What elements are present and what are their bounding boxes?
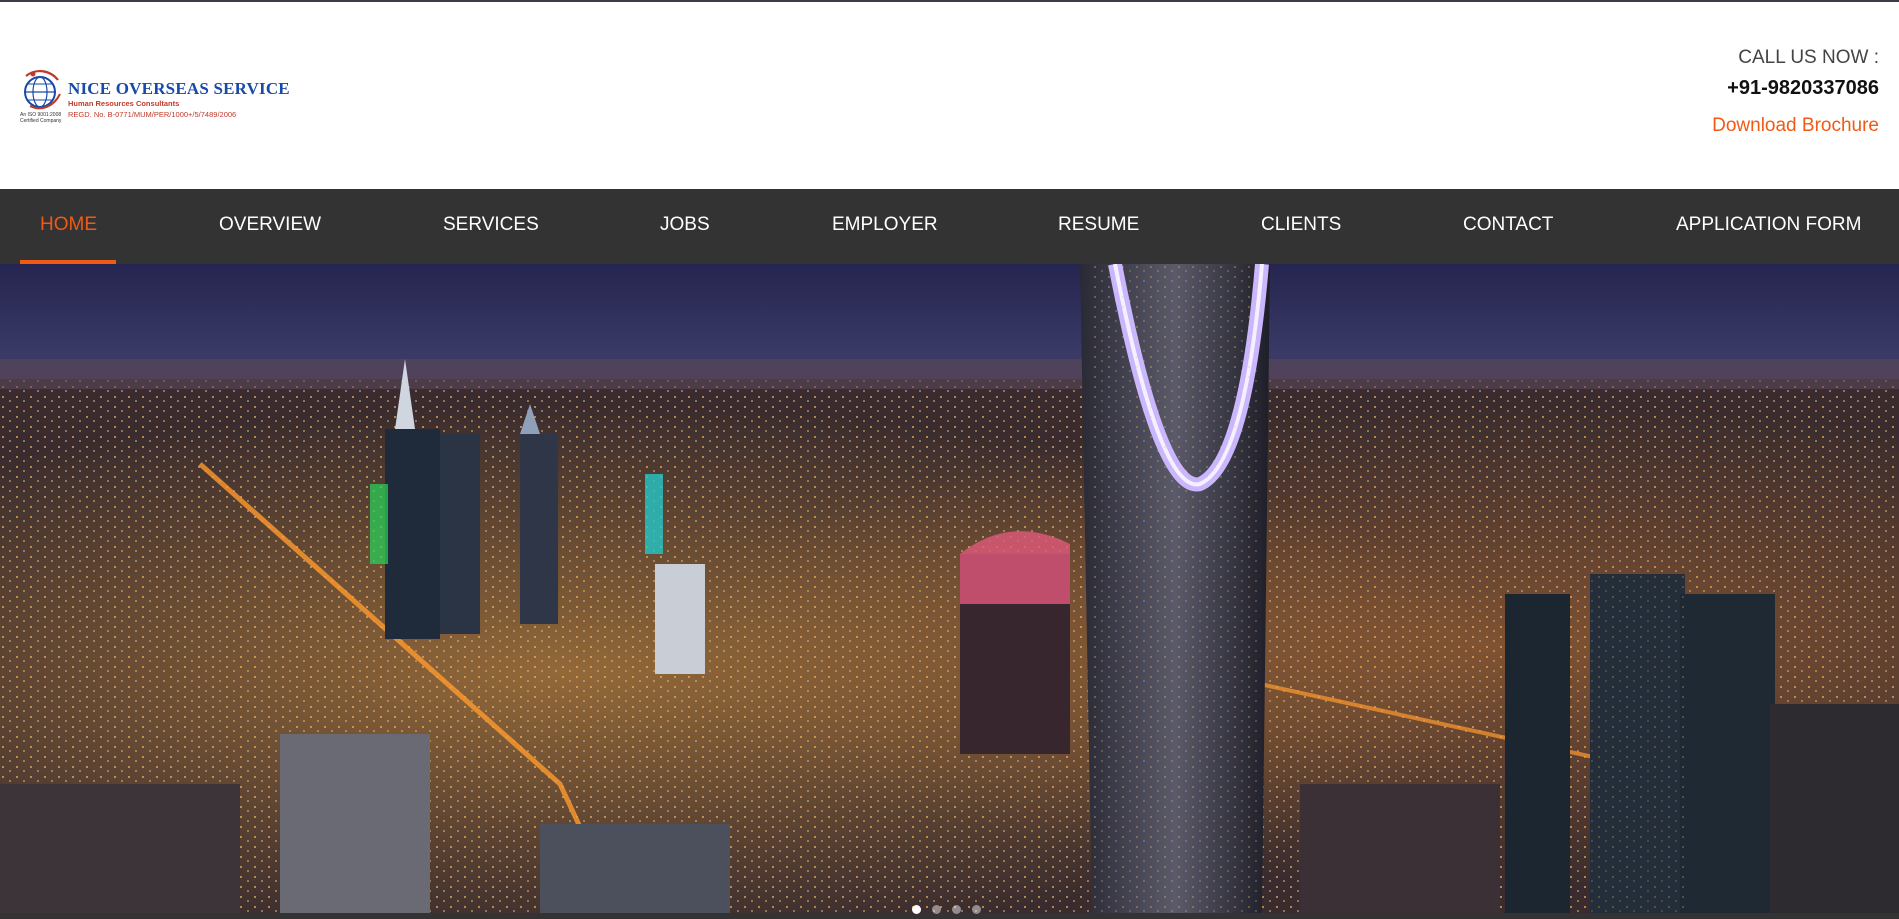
slider-dot-2[interactable] [932, 905, 941, 914]
slider-dot-3[interactable] [952, 905, 961, 914]
download-brochure-link[interactable]: Download Brochure [1712, 114, 1879, 138]
nav-application-form[interactable]: APPLICATION FORM [1676, 189, 1861, 264]
contact-block: CALL US NOW : +91-9820337086 Download Br… [1712, 46, 1879, 138]
logo-certification: An ISO 9001:2008 Certified Company [20, 112, 62, 124]
nav-contact[interactable]: CONTACT [1463, 189, 1553, 264]
company-logo[interactable]: An ISO 9001:2008 Certified Company NICE … [20, 64, 290, 128]
nav-employer[interactable]: EMPLOYER [832, 189, 938, 264]
logo-name: NICE OVERSEAS SERVICE [68, 79, 290, 98]
nav-resume[interactable]: RESUME [1058, 189, 1139, 264]
globe-logo-icon [24, 70, 61, 110]
nav-clients[interactable]: CLIENTS [1261, 189, 1341, 264]
slider-dot-1[interactable] [912, 905, 921, 914]
slider-bottom-bar [0, 913, 1899, 919]
slider-dot-4[interactable] [972, 905, 981, 914]
nav-home[interactable]: HOME [40, 189, 97, 264]
logo-tagline: Human Resources Consultants [68, 99, 180, 108]
call-us-label: CALL US NOW : [1738, 47, 1879, 68]
header: An ISO 9001:2008 Certified Company NICE … [0, 2, 1899, 189]
nav-services[interactable]: SERVICES [443, 189, 539, 264]
logo-registration: REGD. No. B-0771/MUM/PER/1000+/5/7489/20… [68, 110, 237, 119]
nav-overview[interactable]: OVERVIEW [219, 189, 321, 264]
main-nav: HOME OVERVIEW SERVICES JOBS EMPLOYER RES… [0, 189, 1899, 264]
page: An ISO 9001:2008 Certified Company NICE … [0, 0, 1899, 919]
nav-jobs[interactable]: JOBS [660, 189, 710, 264]
city-skyline-night-image [0, 264, 1899, 913]
hero-slider[interactable] [0, 264, 1899, 913]
phone-number[interactable]: +91-9820337086 [1712, 76, 1879, 100]
